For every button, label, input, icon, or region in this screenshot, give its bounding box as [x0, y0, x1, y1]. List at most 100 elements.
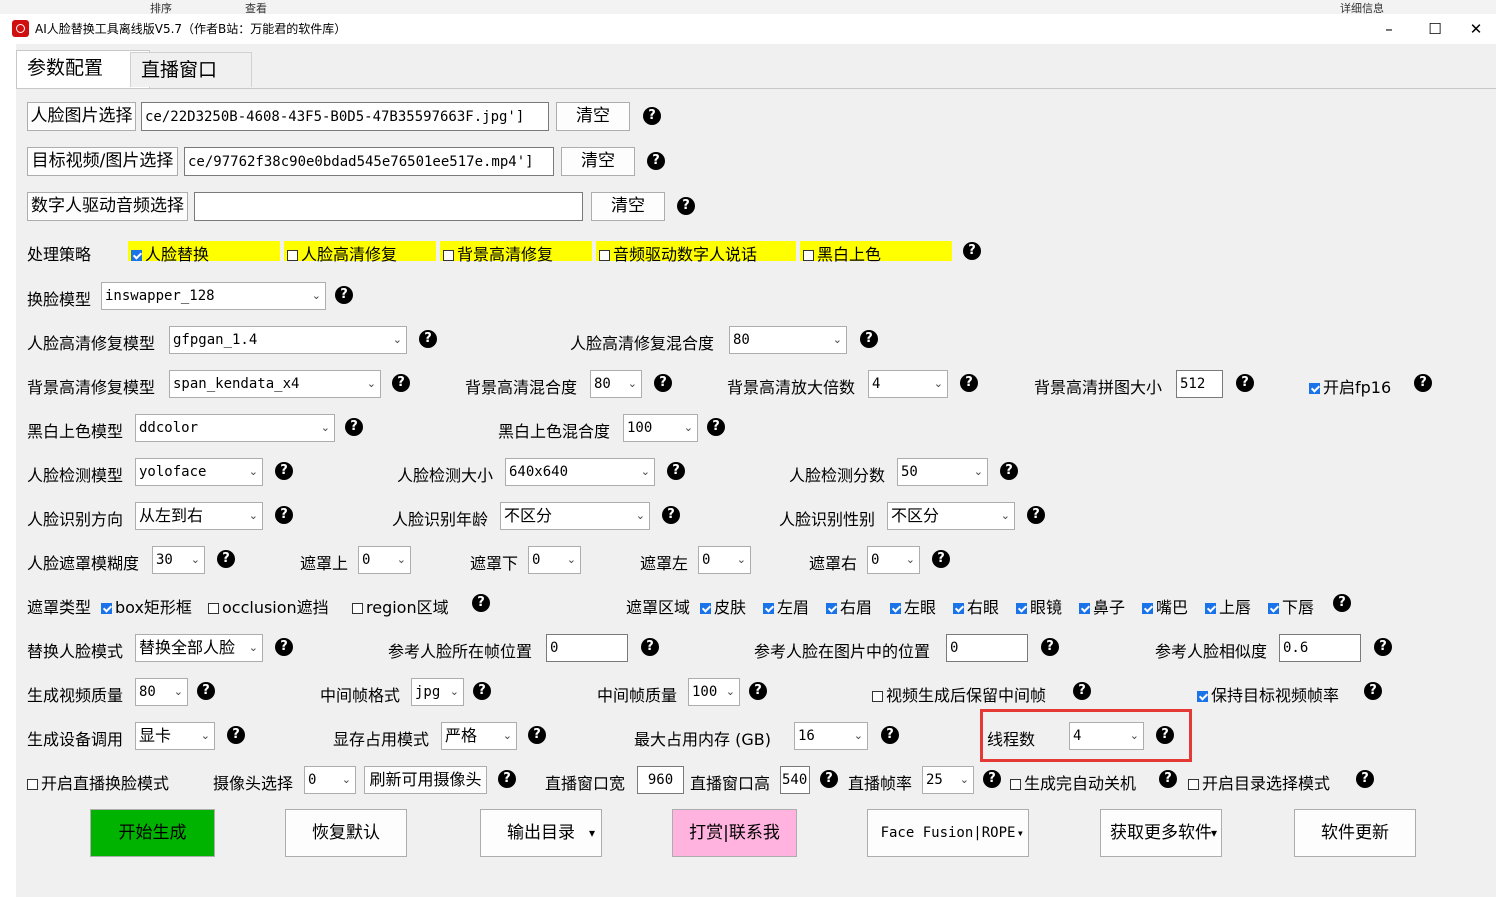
help-icon[interactable]: ?	[647, 152, 665, 170]
ref-position-field[interactable]: 0	[946, 634, 1028, 662]
mask-region-left-eye-checkbox[interactable]: 左眼	[890, 594, 936, 618]
help-icon[interactable]: ?	[983, 770, 1001, 788]
strategy-face-enhance-checkbox[interactable]: 人脸高清修复	[287, 241, 397, 265]
help-icon[interactable]: ?	[498, 770, 516, 788]
ref-frame-field[interactable]: 0	[546, 634, 628, 662]
minimize-button[interactable]: –	[1366, 17, 1412, 41]
help-icon[interactable]: ?	[1333, 594, 1351, 612]
max-memory-select[interactable]: 16 ⌄	[794, 722, 868, 750]
strategy-colorize-checkbox[interactable]: 黑白上色	[803, 241, 881, 265]
close-button[interactable]: ✕	[1458, 17, 1494, 41]
help-icon[interactable]: ?	[654, 374, 672, 392]
help-icon[interactable]: ?	[662, 506, 680, 524]
help-icon[interactable]: ?	[419, 330, 437, 348]
bg-enhance-model-select[interactable]: span_kendata_x4 ⌄	[169, 370, 381, 398]
replace-mode-select[interactable]: 替换全部人脸 ⌄	[135, 634, 263, 662]
help-icon[interactable]: ?	[1236, 374, 1254, 392]
help-icon[interactable]: ?	[217, 550, 235, 568]
output-dir-button[interactable]: 输出目录 ▾	[480, 809, 602, 857]
live-width-field[interactable]: 960	[637, 766, 684, 794]
help-icon[interactable]: ?	[473, 682, 491, 700]
help-icon[interactable]: ?	[1000, 462, 1018, 480]
mask-region-glasses-checkbox[interactable]: 眼镜	[1016, 594, 1062, 618]
help-icon[interactable]: ?	[1159, 770, 1177, 788]
similarity-field[interactable]: 0.6	[1279, 634, 1361, 662]
frame-format-select[interactable]: jpg ⌄	[411, 678, 464, 706]
mask-region-nose-checkbox[interactable]: 鼻子	[1079, 594, 1125, 618]
help-icon[interactable]: ?	[275, 506, 293, 524]
target-clear-button[interactable]: 清空	[561, 147, 635, 176]
restore-default-button[interactable]: 恢复默认	[285, 809, 407, 857]
mask-type-region-checkbox[interactable]: region区域	[352, 594, 449, 618]
help-icon[interactable]: ?	[1073, 682, 1091, 700]
detect-score-select[interactable]: 50 ⌄	[897, 458, 988, 486]
audio-clear-button[interactable]: 清空	[591, 192, 665, 221]
face-image-clear-button[interactable]: 清空	[556, 102, 630, 131]
device-select[interactable]: 显卡 ⌄	[135, 722, 215, 750]
help-icon[interactable]: ?	[1356, 770, 1374, 788]
mask-bottom-select[interactable]: 0 ⌄	[528, 546, 581, 574]
help-icon[interactable]: ?	[860, 330, 878, 348]
mask-top-select[interactable]: 0 ⌄	[358, 546, 411, 574]
mask-region-left-brow-checkbox[interactable]: 左眉	[763, 594, 809, 618]
help-icon[interactable]: ?	[472, 594, 490, 612]
video-quality-select[interactable]: 80 ⌄	[135, 678, 188, 706]
help-icon[interactable]: ?	[227, 726, 245, 744]
mask-region-upper-lip-checkbox[interactable]: 上唇	[1205, 594, 1251, 618]
help-icon[interactable]: ?	[677, 197, 695, 215]
bg-enhance-scale-select[interactable]: 4 ⌄	[868, 370, 948, 398]
mask-region-right-eye-checkbox[interactable]: 右眼	[953, 594, 999, 618]
detect-model-select[interactable]: yoloface ⌄	[135, 458, 263, 486]
mask-left-select[interactable]: 0 ⌄	[698, 546, 751, 574]
help-icon[interactable]: ?	[707, 418, 725, 436]
help-icon[interactable]: ?	[643, 107, 661, 125]
help-icon[interactable]: ?	[1374, 638, 1392, 656]
help-icon[interactable]: ?	[960, 374, 978, 392]
help-icon[interactable]: ?	[881, 726, 899, 744]
help-icon[interactable]: ?	[820, 770, 838, 788]
help-icon[interactable]: ?	[275, 638, 293, 656]
recognize-gender-select[interactable]: 不区分 ⌄	[887, 502, 1015, 530]
mask-region-mouth-checkbox[interactable]: 嘴巴	[1142, 594, 1188, 618]
help-icon[interactable]: ?	[932, 550, 950, 568]
face-enhance-blend-select[interactable]: 80 ⌄	[729, 326, 847, 354]
face-image-select-button[interactable]: 人脸图片选择	[27, 102, 136, 131]
bg-enhance-blend-select[interactable]: 80 ⌄	[590, 370, 642, 398]
camera-select[interactable]: 0 ⌄	[304, 766, 356, 794]
live-mode-checkbox[interactable]: 开启直播换脸模式	[27, 770, 169, 794]
mask-blur-select[interactable]: 30 ⌄	[152, 546, 205, 574]
keep-frames-checkbox[interactable]: 视频生成后保留中间帧	[872, 682, 1046, 706]
keep-fps-checkbox[interactable]: 保持目标视频帧率	[1197, 682, 1339, 706]
mask-region-lower-lip-checkbox[interactable]: 下唇	[1268, 594, 1314, 618]
reward-contact-button[interactable]: 打赏|联系我	[672, 809, 797, 857]
help-icon[interactable]: ?	[1041, 638, 1059, 656]
face-fusion-button[interactable]: Face Fusion|ROPE ▾	[867, 809, 1029, 857]
target-select-button[interactable]: 目标视频/图片选择	[27, 147, 178, 176]
audio-select-button[interactable]: 数字人驱动音频选择	[27, 192, 188, 221]
colorize-blend-select[interactable]: 100 ⌄	[623, 414, 698, 442]
help-icon[interactable]: ?	[641, 638, 659, 656]
help-icon[interactable]: ?	[667, 462, 685, 480]
recognize-direction-select[interactable]: 从左到右 ⌄	[135, 502, 263, 530]
face-image-path-field[interactable]: ce/22D3250B-4608-43F5-B0D5-47B35597663F.…	[141, 102, 549, 131]
help-icon[interactable]: ?	[335, 286, 353, 304]
help-icon[interactable]: ?	[1364, 682, 1382, 700]
live-height-field[interactable]: 540	[780, 766, 810, 794]
frame-quality-select[interactable]: 100 ⌄	[688, 678, 740, 706]
maximize-button[interactable]: ☐	[1412, 17, 1458, 41]
help-icon[interactable]: ?	[1156, 726, 1174, 744]
bg-enhance-tile-field[interactable]: 512	[1176, 370, 1223, 398]
software-update-button[interactable]: 软件更新	[1294, 809, 1416, 857]
mask-type-box-checkbox[interactable]: box矩形框	[101, 594, 192, 618]
help-icon[interactable]: ?	[197, 682, 215, 700]
help-icon[interactable]: ?	[1027, 506, 1045, 524]
help-icon[interactable]: ?	[749, 682, 767, 700]
audio-path-field[interactable]	[194, 192, 583, 221]
refresh-camera-button[interactable]: 刷新可用摄像头	[364, 766, 487, 794]
dir-mode-checkbox[interactable]: 开启目录选择模式	[1188, 770, 1330, 794]
mask-right-select[interactable]: 0 ⌄	[867, 546, 920, 574]
mask-region-right-brow-checkbox[interactable]: 右眉	[826, 594, 872, 618]
strategy-face-swap-checkbox[interactable]: 人脸替换	[131, 241, 209, 265]
mask-type-occlusion-checkbox[interactable]: occlusion遮挡	[208, 594, 329, 618]
colorize-model-select[interactable]: ddcolor ⌄	[135, 414, 335, 442]
